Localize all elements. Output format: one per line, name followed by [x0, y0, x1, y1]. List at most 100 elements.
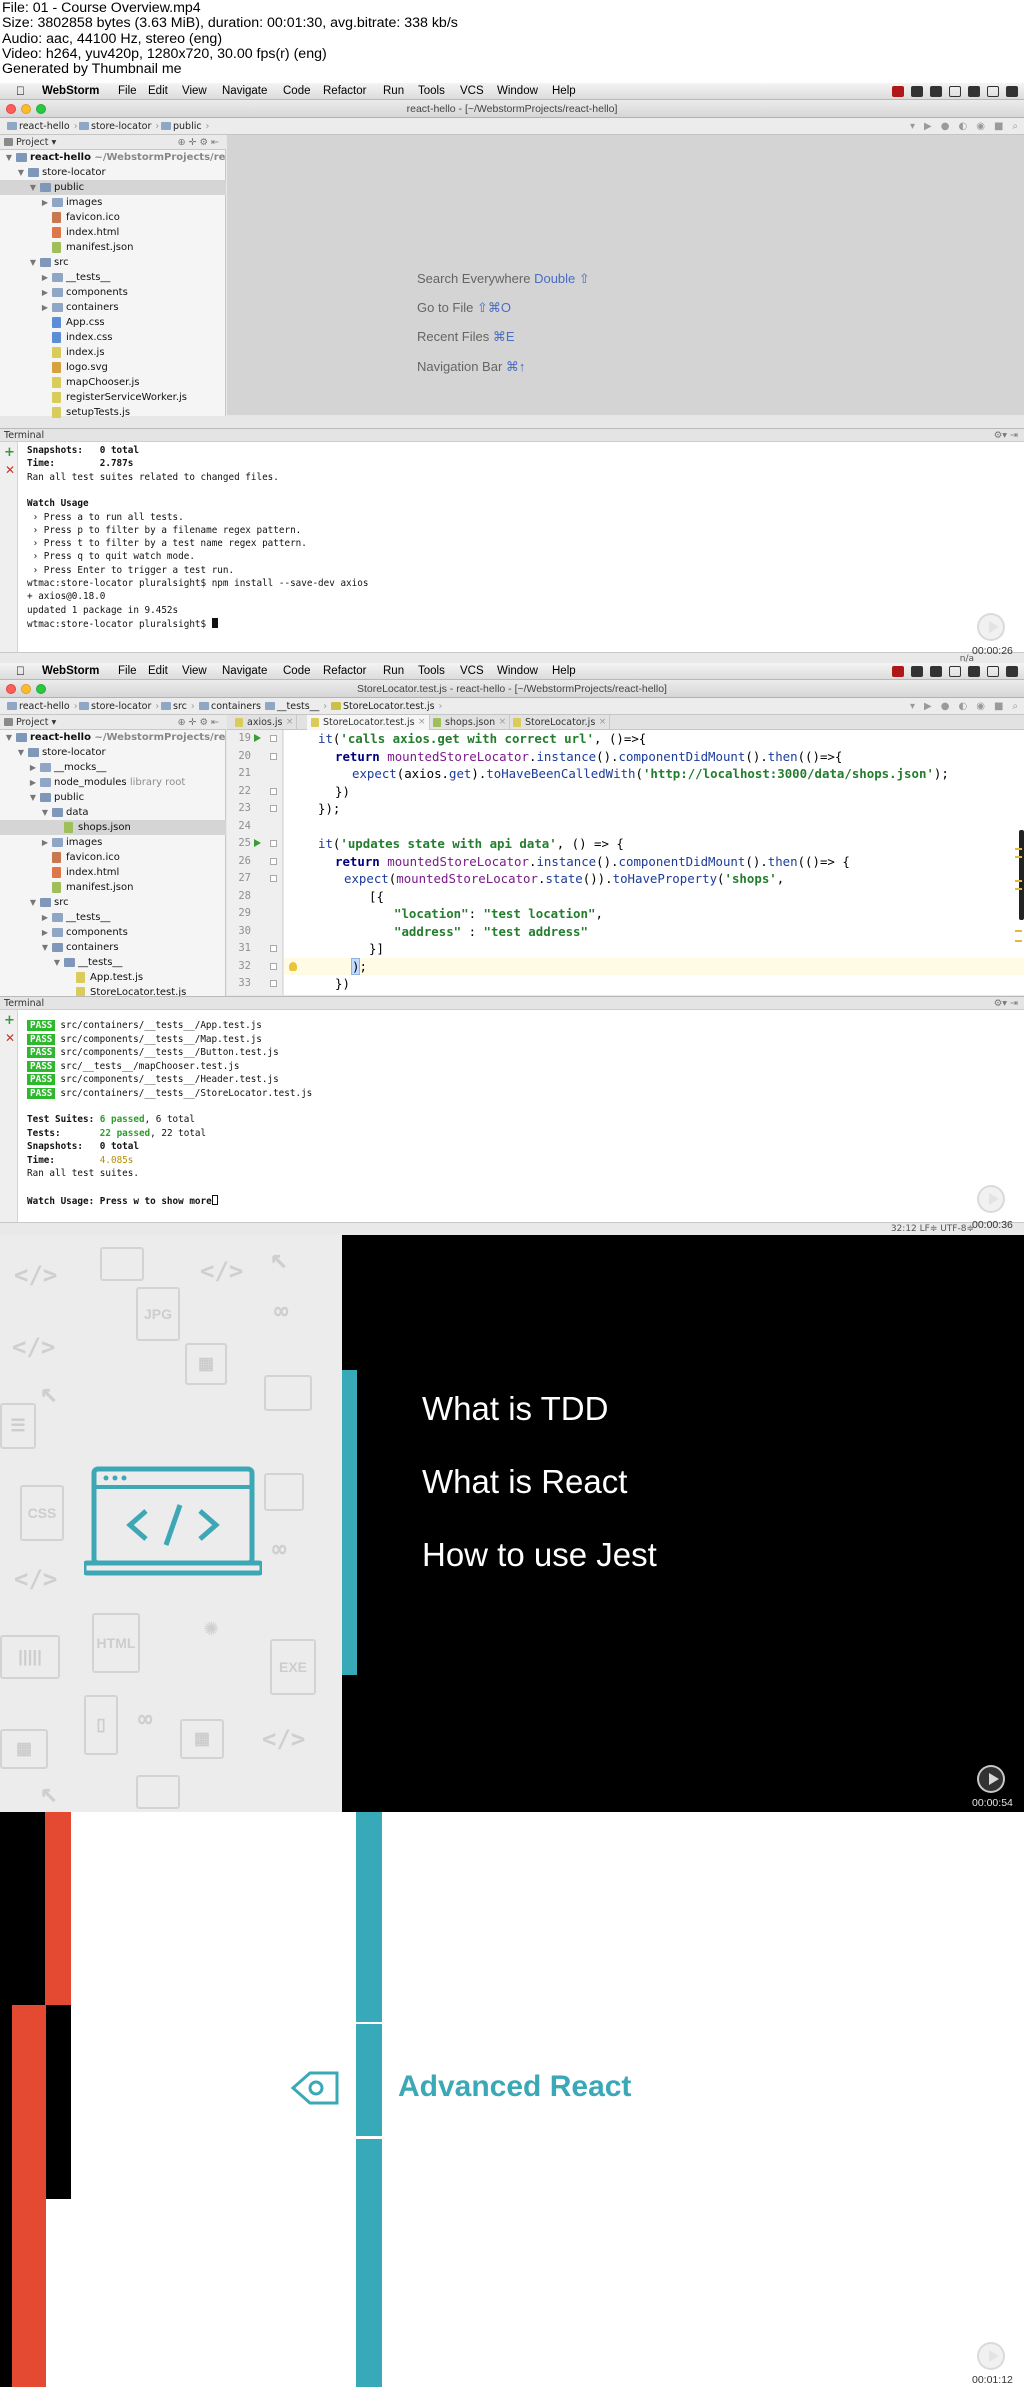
debug-icon[interactable]: ●: [941, 120, 950, 133]
menu-navigate[interactable]: Navigate: [222, 83, 267, 100]
menu-help[interactable]: Help: [552, 83, 576, 100]
new-terminal-icon[interactable]: +: [4, 1013, 15, 1028]
tree-item[interactable]: logo.svg: [0, 360, 226, 375]
breadcrumb-item[interactable]: containers ›: [198, 700, 269, 713]
close-window-icon[interactable]: [6, 104, 16, 114]
terminal-output[interactable]: Snapshots: 0 total Time: 2.787s Ran all te…: [18, 442, 1024, 652]
tree-item[interactable]: App.css: [0, 315, 226, 330]
menu-code[interactable]: Code: [283, 663, 311, 680]
search-icon[interactable]: [987, 666, 999, 677]
coverage-icon[interactable]: ◐: [958, 700, 967, 713]
code-editor[interactable]: it('calls axios.get with correct url', (…: [284, 730, 1024, 995]
tree-item[interactable]: favicon.ico: [0, 850, 226, 865]
chevron-down-icon[interactable]: ▼: [28, 895, 38, 910]
minimize-window-icon[interactable]: [21, 684, 31, 694]
chevron-down-icon[interactable]: ▼: [28, 180, 38, 195]
chevron-down-icon[interactable]: ▼: [16, 165, 26, 180]
lightbulb-icon[interactable]: [289, 962, 297, 971]
terminal-output[interactable]: PASS src/containers/__tests__/App.test.js…: [18, 1010, 1024, 1222]
tree-item[interactable]: setupTests.js: [0, 405, 226, 420]
menu-view[interactable]: View: [182, 83, 207, 100]
tree-item[interactable]: manifest.json: [0, 880, 226, 895]
tree-item[interactable]: ▼ src: [0, 255, 226, 270]
menu-file[interactable]: File: [118, 83, 137, 100]
editor-scrollbar[interactable]: [1019, 830, 1024, 920]
tree-item[interactable]: ▼ src: [0, 895, 226, 910]
menu-tools[interactable]: Tools: [418, 663, 445, 680]
list-icon[interactable]: [1006, 666, 1018, 677]
tab-shops-json[interactable]: shops.json: [429, 715, 511, 730]
close-window-icon[interactable]: [6, 684, 16, 694]
run-icon[interactable]: ▶: [924, 120, 932, 133]
tree-item[interactable]: shops.json: [0, 820, 226, 835]
breadcrumb-item[interactable]: react-hello ›: [6, 120, 78, 133]
project-tool-header[interactable]: Project ▾ ⊕✛⚙⇤: [0, 135, 226, 150]
tree-item[interactable]: ▼ store-locator: [0, 165, 226, 180]
close-terminal-icon[interactable]: ✕: [5, 1031, 15, 1045]
run-icon[interactable]: ▶: [924, 700, 932, 713]
tab-storelocator-js[interactable]: StoreLocator.js: [509, 715, 611, 730]
chevron-down-icon[interactable]: ▼: [52, 955, 62, 970]
breadcrumb-item[interactable]: store-locator ›: [78, 120, 159, 133]
tree-item[interactable]: ▶ images: [0, 195, 226, 210]
play-icon[interactable]: [977, 2342, 1005, 2370]
wifi-icon[interactable]: [949, 86, 961, 97]
minimize-window-icon[interactable]: [21, 104, 31, 114]
menu-run[interactable]: Run: [383, 663, 404, 680]
record-icon[interactable]: [892, 86, 904, 97]
menu-edit[interactable]: Edit: [148, 663, 168, 680]
run-config-dropdown-icon[interactable]: ▾: [910, 120, 915, 133]
menu-tools[interactable]: Tools: [418, 83, 445, 100]
stop-icon[interactable]: ■: [994, 700, 1003, 713]
tree-item[interactable]: index.css: [0, 330, 226, 345]
tree-item[interactable]: ▼ data: [0, 805, 226, 820]
record-icon[interactable]: [892, 666, 904, 677]
project-tool-header[interactable]: Project ▾ ⊕✛⚙⇤: [0, 715, 226, 730]
fold-marker-icon[interactable]: [270, 857, 277, 865]
chevron-right-icon[interactable]: ▶: [40, 910, 50, 925]
new-terminal-icon[interactable]: +: [4, 445, 15, 460]
tree-item[interactable]: ▼ react-hello ~/WebstormProjects/react-h: [0, 150, 226, 165]
clipboard-icon[interactable]: [930, 86, 942, 97]
run-config-dropdown-icon[interactable]: ▾: [910, 700, 915, 713]
play-icon[interactable]: [977, 1185, 1005, 1213]
chevron-right-icon[interactable]: ▶: [40, 300, 50, 315]
search-icon[interactable]: [987, 86, 999, 97]
run-test-icon[interactable]: [254, 734, 261, 742]
warning-stripe[interactable]: [1015, 880, 1022, 882]
terminal-header[interactable]: Terminal ⚙▾ ⇥: [0, 428, 1024, 442]
menu-app-name[interactable]: WebStorm: [42, 663, 99, 680]
user-icon[interactable]: [968, 86, 980, 97]
debug-icon[interactable]: ●: [941, 700, 950, 713]
terminal-settings-icon[interactable]: ⚙▾ ⇥: [994, 429, 1018, 442]
play-icon[interactable]: [977, 1765, 1005, 1793]
zoom-window-icon[interactable]: [36, 104, 46, 114]
tree-item[interactable]: manifest.json: [0, 240, 226, 255]
tree-item[interactable]: ▶ node_modules library root: [0, 775, 226, 790]
list-icon[interactable]: [1006, 86, 1018, 97]
breadcrumb-item[interactable]: react-hello ›: [6, 700, 78, 713]
chevron-right-icon[interactable]: ▶: [40, 285, 50, 300]
tab-storelocator-test-js[interactable]: StoreLocator.test.js: [307, 715, 430, 730]
chevron-right-icon[interactable]: ▶: [40, 270, 50, 285]
tree-item[interactable]: ▶ __tests__: [0, 270, 226, 285]
dropbox-icon[interactable]: [911, 86, 923, 97]
tab-axios-js[interactable]: axios.js: [231, 715, 298, 730]
tree-item[interactable]: registerServiceWorker.js: [0, 390, 226, 405]
tree-item[interactable]: ▶ images: [0, 835, 226, 850]
menu-vcs[interactable]: VCS: [460, 83, 484, 100]
menu-help[interactable]: Help: [552, 663, 576, 680]
menu-window[interactable]: Window: [497, 83, 538, 100]
fold-marker-icon[interactable]: [270, 875, 277, 882]
menu-app-name[interactable]: WebStorm: [42, 83, 99, 100]
terminal-header[interactable]: Terminal ⚙▾ ⇥: [0, 996, 1024, 1010]
project-tool-icons[interactable]: ⊕✛⚙⇤: [178, 715, 222, 730]
menu-navigate[interactable]: Navigate: [222, 663, 267, 680]
fold-marker-icon[interactable]: [270, 840, 277, 847]
tree-item[interactable]: ▼ store-locator: [0, 745, 226, 760]
menu-refactor[interactable]: Refactor: [323, 663, 366, 680]
tree-item[interactable]: ▶ components: [0, 925, 226, 940]
breadcrumb-item[interactable]: __tests__ ›: [264, 700, 327, 713]
tree-item[interactable]: ▼ public: [0, 180, 226, 195]
chevron-down-icon[interactable]: ▼: [28, 255, 38, 270]
